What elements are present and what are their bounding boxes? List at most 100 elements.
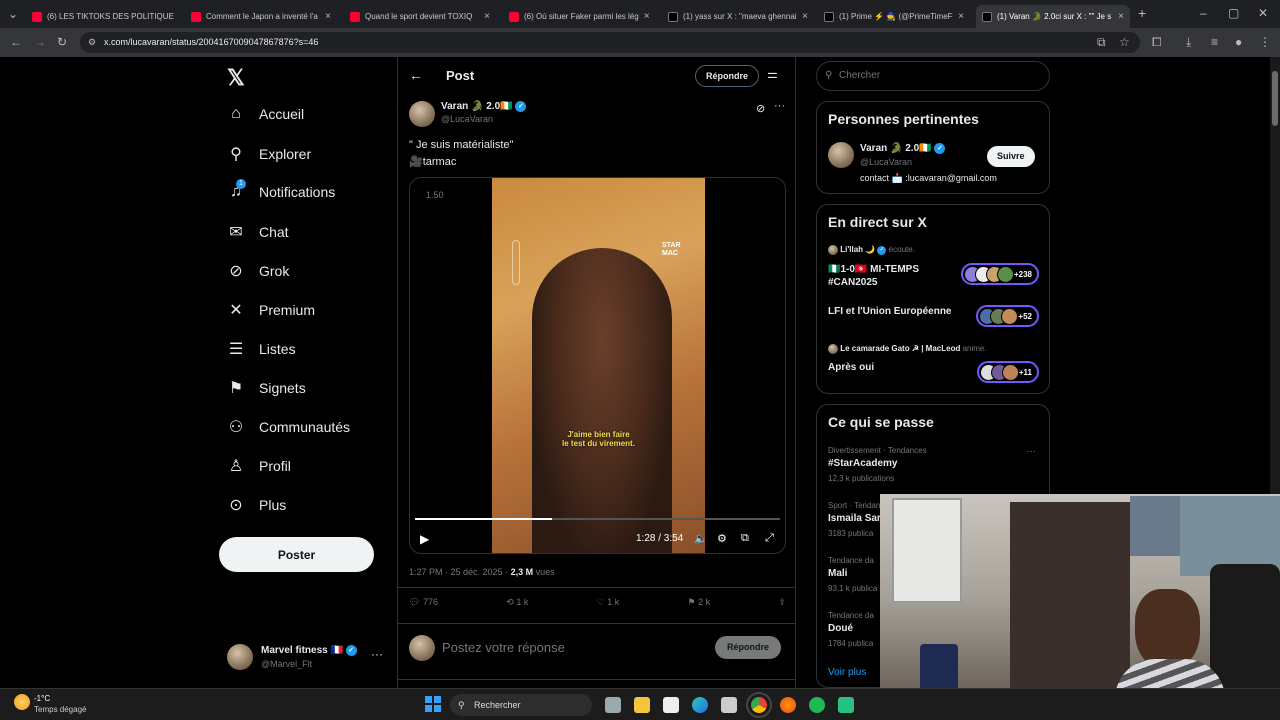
taskbar-search[interactable]: ⚲ Rechercher: [450, 694, 592, 716]
more-dots-icon[interactable]: ···: [1026, 446, 1036, 457]
minimize-icon[interactable]: –: [1200, 6, 1207, 20]
reply-submit-button[interactable]: Répondre: [715, 636, 782, 659]
more-dots-icon[interactable]: ···: [371, 647, 383, 661]
bookmark-action[interactable]: ⚑ 2 k: [688, 597, 711, 617]
grok-icon[interactable]: ⊘: [756, 102, 765, 115]
like-action[interactable]: ♡ 1 k: [597, 597, 620, 617]
tab-6-active[interactable]: (1) Varan 🐊 2.0ci sur X : "" Je s ×: [976, 5, 1130, 28]
nav-label: Explorer: [259, 146, 312, 162]
nav-item-profile[interactable]: ♙ Profil: [227, 456, 291, 476]
space-listeners[interactable]: +238: [960, 263, 1039, 285]
back-icon[interactable]: ←: [10, 35, 22, 49]
nav-item-home[interactable]: ⌂ Accueil: [227, 105, 304, 123]
new-tab-icon[interactable]: +: [1138, 6, 1146, 20]
site-info-icon[interactable]: ⚙: [88, 32, 96, 53]
search-input[interactable]: ⚲ Chercher: [816, 61, 1050, 91]
download-icon[interactable]: ⤓: [1186, 35, 1191, 49]
task-view-icon[interactable]: [605, 697, 621, 713]
profile-icon[interactable]: ●: [1235, 35, 1242, 49]
tab-3[interactable]: (6) Où situer Faker parmi les lég ×: [503, 5, 655, 28]
reply-header-button[interactable]: Répondre: [695, 65, 760, 87]
nav-item-notifications[interactable]: ♫ 1 Notifications: [227, 179, 335, 201]
notepad-icon[interactable]: [663, 697, 679, 713]
repost-icon: ⟲: [506, 597, 514, 607]
nav-item-explore[interactable]: ⚲ Explorer: [227, 144, 311, 164]
pip-icon[interactable]: ⧉: [741, 532, 749, 545]
reply-input[interactable]: Postez votre réponse: [442, 640, 565, 655]
trend-count: 12,3 k publications: [828, 474, 895, 483]
space-listeners[interactable]: +11: [976, 361, 1039, 383]
menu-icon[interactable]: ⋮: [1259, 35, 1271, 49]
windows-start-icon[interactable]: [425, 696, 441, 712]
search-icon: ⚲: [230, 146, 242, 163]
reply-action[interactable]: 💬︎ 776: [409, 597, 438, 617]
person-name[interactable]: Varan 🐊 2.0🇨🇮 ✓: [860, 143, 946, 154]
video-player[interactable]: 1.50 STAR MAC J'aime bien faire le test d…: [409, 177, 786, 554]
space-title[interactable]: 🇳🇬1-0🇹🇳 MI-TEMPS #CAN2025: [828, 263, 948, 289]
nav-item-lists[interactable]: ☰ Listes: [227, 339, 296, 359]
address-bar[interactable]: ⚙ x.com/lucavaran/status/200416700904786…: [80, 32, 1140, 53]
nav-item-chat[interactable]: ✉ Chat: [227, 222, 288, 242]
close-icon[interactable]: ×: [958, 11, 964, 22]
volume-icon[interactable]: 🔈: [694, 532, 708, 545]
tab-1[interactable]: Comment le Japon a inventé l'a ×: [185, 5, 337, 28]
firefox-icon[interactable]: [780, 697, 796, 713]
maximize-icon[interactable]: ▢: [1228, 6, 1239, 20]
space-title[interactable]: Après oui: [828, 362, 874, 373]
nav-item-bookmarks[interactable]: ⚑ Signets: [227, 378, 306, 398]
grok-icon: ⊘: [229, 263, 243, 280]
more-dots-icon[interactable]: ···: [774, 100, 785, 112]
nav-item-grok[interactable]: ⊘ Grok: [227, 261, 289, 281]
chrome-icon[interactable]: [746, 692, 772, 718]
edge-icon[interactable]: [692, 697, 708, 713]
trend-name[interactable]: Doué: [828, 623, 853, 634]
settings-sliders-icon[interactable]: ⚌: [767, 67, 778, 81]
close-icon[interactable]: ×: [644, 11, 650, 22]
repost-action[interactable]: ⟲ 1 k: [506, 597, 528, 617]
nav-label: Profil: [259, 458, 291, 474]
trend-name[interactable]: #StarAcademy: [828, 458, 897, 469]
follow-button[interactable]: Suivre: [987, 146, 1035, 167]
tab-0[interactable]: (6) LES TIKTOKS DES POLITIQUE×: [26, 5, 178, 28]
extensions-icon[interactable]: ⧠: [1152, 35, 1162, 49]
trend-name[interactable]: Ismaila Sar: [828, 513, 881, 524]
close-icon[interactable]: ×: [484, 11, 490, 22]
tab-2[interactable]: Quand le sport devient TOXIQ ×: [344, 5, 496, 28]
fullscreen-icon[interactable]: ⤢: [765, 532, 774, 545]
reload-icon[interactable]: ↻: [57, 35, 67, 49]
forward-icon[interactable]: →: [34, 35, 46, 49]
space-listeners[interactable]: +52: [976, 305, 1039, 327]
video-progress-bar[interactable]: [415, 518, 780, 520]
close-icon[interactable]: ×: [802, 11, 808, 22]
install-icon[interactable]: ⧉: [1097, 35, 1106, 49]
nav-item-more[interactable]: ⊙ Plus: [227, 495, 286, 515]
share-icon[interactable]: ⇪: [778, 597, 786, 617]
tab-5[interactable]: (1) Prime ⚡ 🧙 (@PrimeTimeF ×: [818, 5, 970, 28]
media-icon[interactable]: ≡: [1211, 35, 1218, 49]
bookmark-icon: ⚑: [228, 380, 244, 397]
close-icon[interactable]: ×: [325, 11, 331, 22]
play-icon[interactable]: ▶: [420, 532, 429, 546]
store-icon[interactable]: [721, 697, 737, 713]
gear-icon[interactable]: ⚙: [717, 532, 727, 545]
close-icon[interactable]: ×: [1118, 11, 1124, 22]
tab-4[interactable]: (1) yass sur X : "maeva ghennai ×: [662, 5, 814, 28]
tweet-author[interactable]: Varan 🐊 2.0🇨🇮 ✓ @LucaVaran: [409, 101, 527, 127]
back-arrow-icon[interactable]: ←: [409, 67, 423, 83]
scrollbar-thumb[interactable]: [1272, 71, 1278, 126]
app-icon[interactable]: [838, 697, 854, 713]
weather-icon[interactable]: [14, 694, 30, 710]
nav-item-premium[interactable]: ✕ Premium: [227, 300, 315, 320]
nav-item-communities[interactable]: ⚇ Communautés: [227, 417, 350, 437]
tab-search-icon[interactable]: ⌄: [8, 7, 18, 21]
star-icon[interactable]: ☆: [1119, 35, 1130, 49]
account-switcher[interactable]: Marvel fitness 🇫🇷 ✓ @Marvel_Flt ···: [227, 642, 397, 674]
close-window-icon[interactable]: ✕: [1258, 6, 1268, 20]
trend-name[interactable]: Mali: [828, 568, 847, 579]
show-more-link[interactable]: Voir plus: [828, 667, 866, 678]
space-title[interactable]: LFI et l'Union Européenne: [828, 306, 952, 317]
app-icon[interactable]: [809, 697, 825, 713]
file-explorer-icon[interactable]: [634, 697, 650, 713]
x-logo-icon[interactable]: 𝕏: [227, 65, 245, 91]
post-button[interactable]: Poster: [219, 537, 374, 572]
